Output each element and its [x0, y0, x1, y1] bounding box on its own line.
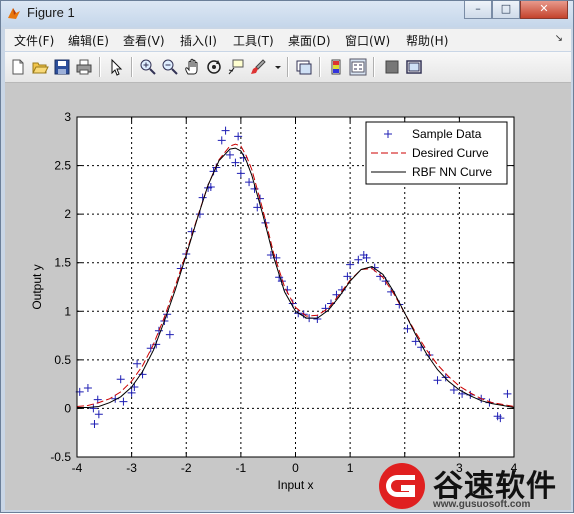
- y-tick-label: 3: [64, 110, 71, 124]
- rotate-3d-icon[interactable]: [205, 58, 223, 76]
- show-plot-tools-icon[interactable]: [405, 58, 423, 76]
- menu-help[interactable]: 帮助(H): [406, 32, 448, 49]
- close-button[interactable]: ✕: [520, 1, 568, 19]
- menu-view[interactable]: 查看(V): [123, 32, 165, 49]
- x-tick-label: 1: [347, 461, 354, 475]
- x-tick-label: -2: [181, 461, 192, 475]
- matlab-app-icon: [8, 8, 20, 19]
- colorbar-icon[interactable]: [327, 58, 345, 76]
- edit-plot-arrow-icon[interactable]: [107, 58, 125, 76]
- y-tick-label: 2: [64, 207, 71, 221]
- maximize-button[interactable]: □: [492, 1, 520, 19]
- title-bar: Figure 1 – □ ✕: [1, 1, 573, 27]
- menu-tools[interactable]: 工具(T): [233, 32, 274, 49]
- zoom-out-icon[interactable]: [161, 58, 179, 76]
- toolbar-separator: [99, 57, 101, 77]
- legend-entry-label: Desired Curve: [412, 146, 489, 160]
- figure-toolbar: [5, 52, 571, 83]
- open-file-icon[interactable]: [31, 58, 49, 76]
- toolbar-separator: [319, 57, 321, 77]
- new-figure-icon[interactable]: [9, 58, 27, 76]
- y-tick-label: 0.5: [54, 353, 71, 367]
- minimize-button[interactable]: –: [464, 1, 492, 19]
- y-tick-label: -0.5: [50, 450, 71, 464]
- legend-entry-label: RBF NN Curve: [412, 165, 492, 179]
- menu-desktop[interactable]: 桌面(D): [288, 32, 331, 49]
- print-icon[interactable]: [75, 58, 93, 76]
- toolbar-separator: [131, 57, 133, 77]
- menu-bar: 文件(F) 编辑(E) 查看(V) 插入(I) 工具(T) 桌面(D) 窗口(W…: [5, 29, 571, 51]
- y-tick-label: 2.5: [54, 159, 71, 173]
- x-tick-label: -4: [72, 461, 83, 475]
- pan-hand-icon[interactable]: [183, 58, 201, 76]
- brush-icon[interactable]: [249, 58, 267, 76]
- x-tick-label: -1: [236, 461, 247, 475]
- toolbar-separator: [287, 57, 289, 77]
- data-cursor-icon[interactable]: [227, 58, 245, 76]
- zoom-in-icon[interactable]: [139, 58, 157, 76]
- link-plot-icon[interactable]: [295, 58, 313, 76]
- y-tick-label: 0: [64, 401, 71, 415]
- watermark: 谷速软件 www.gusuosoft.com: [373, 459, 574, 514]
- hide-plot-tools-icon[interactable]: [383, 58, 401, 76]
- x-tick-label: 0: [292, 461, 299, 475]
- watermark-url: www.gusuosoft.com: [433, 499, 531, 510]
- save-icon[interactable]: [53, 58, 71, 76]
- y-tick-label: 1.5: [54, 256, 71, 270]
- y-tick-label: 1: [64, 304, 71, 318]
- toolbar-separator: [373, 57, 375, 77]
- gusu-logo-icon: [379, 463, 425, 509]
- y-axis-label: Output y: [30, 264, 44, 309]
- figure-canvas[interactable]: -4-3-2-101234-0.500.511.522.53Input xOut…: [5, 83, 571, 510]
- menubar-dock-arrow-icon[interactable]: ↘: [555, 33, 563, 44]
- menu-file[interactable]: 文件(F): [14, 32, 54, 49]
- menu-edit[interactable]: 编辑(E): [68, 32, 109, 49]
- x-tick-label: -3: [126, 461, 137, 475]
- x-axis-label: Input x: [277, 478, 313, 492]
- legend-entry-label: Sample Data: [412, 127, 482, 141]
- figure-window: Figure 1 – □ ✕ 文件(F) 编辑(E) 查看(V) 插入(I) 工…: [0, 0, 574, 513]
- window-title: Figure 1: [27, 5, 75, 20]
- brush-dropdown-chevron-down-icon[interactable]: [269, 58, 281, 76]
- menu-window[interactable]: 窗口(W): [345, 32, 390, 49]
- legend-icon[interactable]: [349, 58, 367, 76]
- line-chart[interactable]: -4-3-2-101234-0.500.511.522.53Input xOut…: [5, 83, 571, 510]
- menu-insert[interactable]: 插入(I): [180, 32, 217, 49]
